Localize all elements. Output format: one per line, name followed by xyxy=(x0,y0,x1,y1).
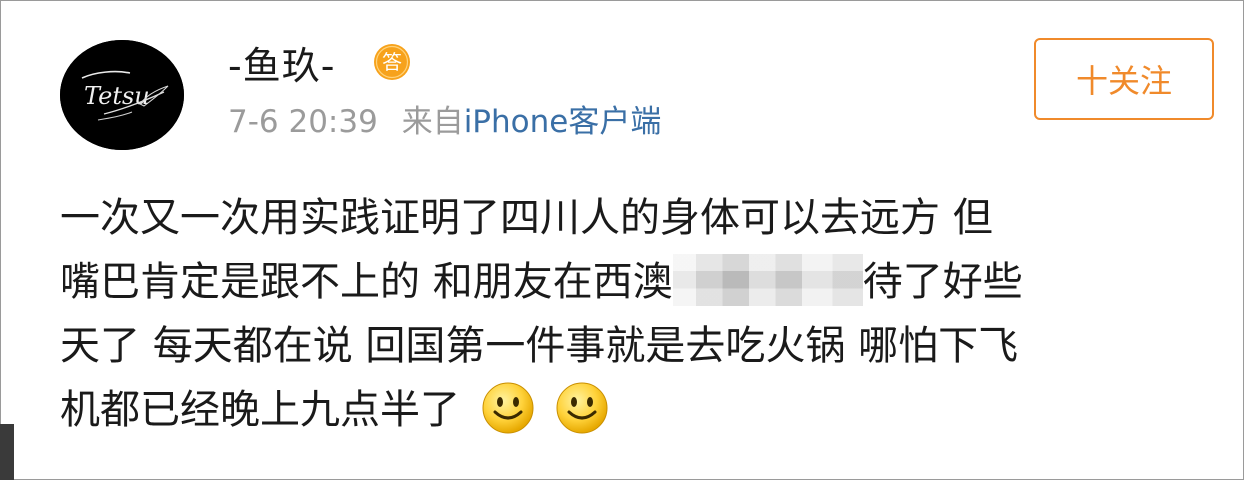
post-source-link[interactable]: iPhone客户端 xyxy=(464,104,662,140)
post-body: 一次又一次用实践证明了四川人的身体可以去远方 但 嘴巴肯定是跟不上的 和朋友在西… xyxy=(60,186,1210,442)
answerer-badge-icon: 答 xyxy=(372,42,412,82)
post-meta: 7-6 20:39 来自iPhone客户端 xyxy=(228,100,661,144)
post-text-line: 一次又一次用实践证明了四川人的身体可以去远方 但 xyxy=(60,195,993,241)
post-text-line: 机都已经晚上九点半了 xyxy=(60,378,1210,442)
follow-button-label: 十关注 xyxy=(1075,62,1172,100)
post-text-line: 天了 每天都在说 回国第一件事就是去吃火锅 哪怕下飞 xyxy=(60,323,1019,369)
avatar-signature: Tetsu xyxy=(84,82,150,110)
post-timestamp: 7-6 20:39 xyxy=(228,104,378,140)
follow-button[interactable]: 十关注 xyxy=(1034,38,1214,120)
avatar[interactable]: Tetsu xyxy=(60,40,184,150)
author-username[interactable]: -鱼玖- xyxy=(228,40,335,92)
scroll-indicator xyxy=(0,424,14,480)
source-prefix: 来自 xyxy=(401,104,464,140)
post-text-line: 嘴巴肯定是跟不上的 和朋友在西澳 待了好些 xyxy=(60,250,1210,314)
smile-emoji-icon xyxy=(481,381,535,435)
badge-label: 答 xyxy=(382,50,402,74)
post-text-segment: 待了好些 xyxy=(862,259,1023,305)
post-text-segment: 嘴巴肯定是跟不上的 和朋友在西澳 xyxy=(60,259,673,305)
post-text-segment: 机都已经晚上九点半了 xyxy=(60,387,460,433)
smile-emoji-icon xyxy=(555,381,609,435)
censored-mosaic xyxy=(672,254,863,306)
